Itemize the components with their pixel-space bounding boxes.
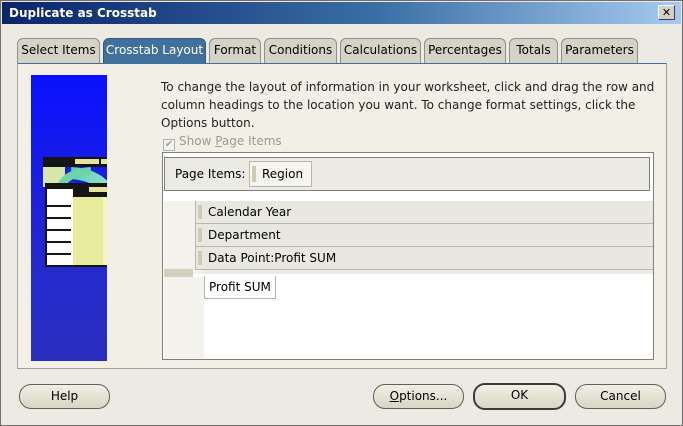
tab-label: Percentages	[428, 43, 502, 57]
help-button[interactable]: Help	[19, 384, 110, 409]
row-item-calendar-year[interactable]: Calendar Year	[195, 201, 653, 224]
row-item-label: Data Point:Profit SUM	[208, 251, 337, 265]
crosstab-illustration-icon	[31, 75, 107, 361]
crosstab-illustration	[31, 75, 107, 361]
tab-label: Totals	[516, 43, 551, 57]
row-items-area: Calendar Year Department Data Point:Prof…	[164, 201, 653, 274]
tab-crosstab-layout[interactable]: Crosstab Layout	[103, 38, 206, 63]
tab-calculations[interactable]: Calculations	[340, 38, 421, 63]
ok-button-label: OK	[510, 388, 529, 402]
instructions-text: To change the layout of information in y…	[161, 80, 655, 130]
tab-label: Conditions	[268, 43, 333, 57]
data-item-profit-sum[interactable]: Profit SUM	[204, 276, 276, 299]
page-item-region[interactable]: Region	[249, 161, 312, 187]
tab-label: Calculations	[343, 43, 418, 57]
page-items-area: Page Items: Region	[164, 157, 650, 191]
row-item-label: Calendar Year	[208, 205, 292, 219]
show-page-items-checkbox[interactable]: ✔ Show Page Items	[163, 133, 282, 151]
drag-handle-icon	[198, 205, 202, 219]
window-title: Duplicate as Crosstab	[9, 6, 157, 20]
ok-button[interactable]: OK	[473, 383, 566, 410]
cancel-button-label: Cancel	[600, 389, 641, 403]
crosstab-corner-cell	[164, 269, 193, 277]
close-button[interactable]: ✕	[658, 5, 675, 20]
drag-handle-icon	[198, 228, 202, 242]
drag-handle-icon	[252, 166, 256, 182]
title-bar: Duplicate as Crosstab ✕	[2, 2, 681, 24]
help-button-label: Help	[50, 389, 79, 403]
checkmark-icon: ✔	[163, 139, 175, 151]
options-button-label: Options...	[389, 389, 448, 403]
drag-handle-icon	[198, 251, 202, 265]
tab-totals[interactable]: Totals	[509, 38, 558, 63]
options-button[interactable]: Options...	[373, 384, 464, 409]
tab-label: Crosstab Layout	[105, 43, 204, 57]
row-item-label: Department	[208, 228, 281, 242]
close-icon: ✕	[661, 6, 672, 19]
tab-format[interactable]: Format	[209, 38, 261, 63]
page-item-label: Region	[262, 167, 304, 181]
tab-conditions[interactable]: Conditions	[264, 38, 337, 63]
tab-label: Format	[213, 43, 257, 57]
page-items-label: Page Items:	[175, 167, 246, 181]
tab-label: Parameters	[565, 43, 634, 57]
row-item-department[interactable]: Department	[195, 224, 653, 247]
dialog-window: Duplicate as Crosstab ✕ Select Items Cro…	[0, 0, 683, 426]
tab-label: Select Items	[21, 43, 96, 57]
tab-select-items[interactable]: Select Items	[17, 38, 100, 63]
tab-parameters[interactable]: Parameters	[561, 38, 638, 63]
data-item-label: Profit SUM	[209, 280, 271, 294]
tab-panel-crosstab-layout: To change the layout of information in y…	[17, 63, 667, 369]
tab-percentages[interactable]: Percentages	[424, 38, 506, 63]
cancel-button[interactable]: Cancel	[575, 384, 666, 409]
crosstab-layout-area: Page Items: Region Calendar Year Departm…	[162, 152, 654, 360]
column-axis-spacer	[164, 277, 204, 359]
row-item-data-point[interactable]: Data Point:Profit SUM	[195, 247, 653, 270]
show-page-items-label: Show Page Items	[179, 134, 282, 148]
